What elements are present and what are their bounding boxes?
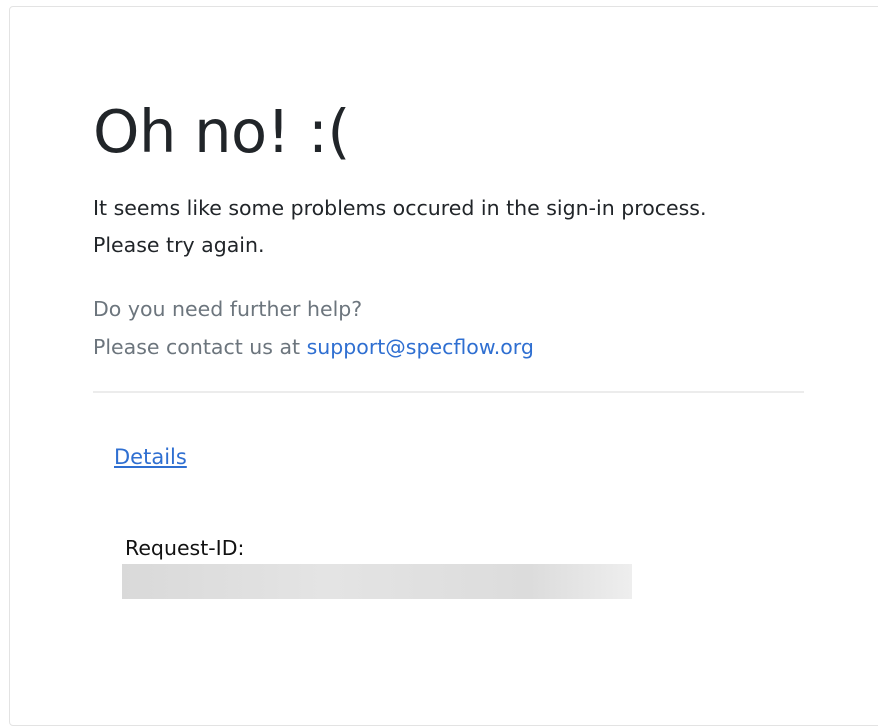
- help-contact-prefix: Please contact us at: [93, 335, 307, 359]
- error-message-line-1: It seems like some problems occured in t…: [93, 196, 707, 220]
- error-message-line-2: Please try again.: [93, 233, 265, 257]
- details-link[interactable]: Details: [114, 440, 187, 474]
- request-id-label: Request-ID:: [125, 536, 245, 560]
- error-message: It seems like some problems occured in t…: [93, 190, 707, 264]
- section-divider: [93, 391, 804, 393]
- help-question: Do you need further help?: [93, 297, 363, 321]
- help-section: Do you need further help? Please contact…: [93, 290, 534, 366]
- help-contact-line: Please contact us at support@specflow.or…: [93, 328, 534, 366]
- request-id-value-redacted: [122, 564, 632, 599]
- page-title: Oh no! :(: [93, 97, 350, 166]
- support-email-link[interactable]: support@specflow.org: [307, 335, 534, 359]
